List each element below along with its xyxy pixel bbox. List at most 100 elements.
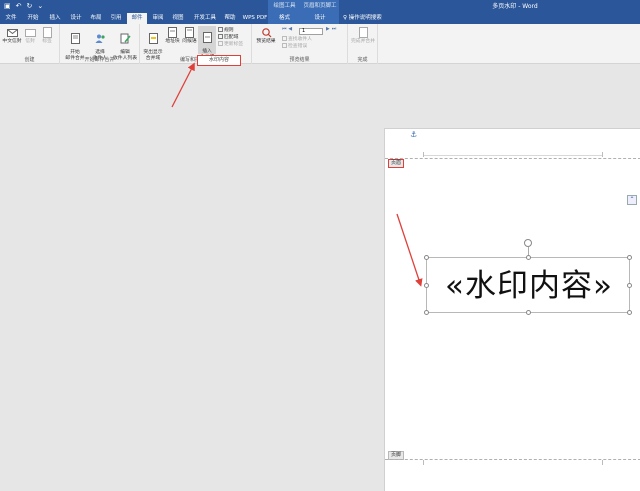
customize-icon[interactable]: ⌄ [37,2,43,11]
chinese-envelope-label: 中文信封 [2,39,22,44]
group-label-preview: 预览结果 [289,57,310,63]
tab-help[interactable]: 帮助 [221,13,239,24]
tab-references[interactable]: 引用 [107,13,125,24]
match-fields-button[interactable]: 匹配域 [218,34,238,41]
document-title: 多页水印 - Word [492,3,538,10]
tab-view[interactable]: 视图 [169,13,187,24]
ribbon-tabs: 文件 开始 插入 设计 布局 引用 邮件 审阅 视图 开发工具 帮助 WPS P… [0,13,640,24]
prev-record-icon[interactable]: ◀ [288,27,294,32]
insert-merge-field-button[interactable]: 插入 合并域 [198,26,216,60]
contextual-tab-group-drawing: 绘图工具 [268,0,301,13]
title-bar: ▣ ↶ ↻ ⌄ 绘图工具 页眉和页脚工具 多页水印 - Word [0,0,640,22]
resize-handle[interactable] [627,310,632,315]
redo-icon[interactable]: ↻ [27,2,33,11]
margin-marker [602,460,603,465]
check-errors-button[interactable]: 检查错误 [282,43,307,50]
record-nav-prev[interactable]: ⏮◀ [282,27,294,33]
group-create: 中文信封 信封 标签 创建 [0,24,60,64]
tab-developer[interactable]: 开发工具 [190,13,220,24]
tab-wps-pdf[interactable]: WPS PDF [242,13,268,24]
resize-handle[interactable] [526,255,531,260]
rotate-handle[interactable] [524,239,532,247]
labels-icon [42,27,52,38]
highlight-fields-label: 突出显示 合并域 [143,50,163,61]
resize-handle[interactable] [424,310,429,315]
margin-marker [423,152,424,157]
match-icon [218,34,223,39]
undo-icon[interactable]: ↶ [16,2,22,11]
tell-me-search[interactable]: ♀ 操作说明搜索 [343,13,395,24]
update-labels-label: 更新标签 [224,42,244,47]
resize-handle[interactable] [526,310,531,315]
address-icon [168,27,177,38]
anchor-icon: ⚓ [410,130,418,139]
tab-insert[interactable]: 插入 [45,13,65,24]
tab-home[interactable]: 开始 [23,13,43,24]
address-block-label: 地址块 [165,39,180,44]
margin-marker [423,460,424,465]
tab-format[interactable]: 格式 [268,13,301,24]
contextual-tab-group-header-footer: 页眉和页脚工具 [301,0,339,22]
lightbulb-icon: ♀ [343,15,348,21]
tab-header-footer-design[interactable]: 设计 [301,13,339,24]
find-recipient-label: 查找收件人 [288,37,312,42]
greeting-line-button[interactable]: 问候语 [181,27,198,45]
tab-layout[interactable]: 布局 [87,13,105,24]
ribbon: 中文信封 信封 标签 创建 开始 邮件合并 选择 收件人 编辑 收件人列表 开始… [0,24,640,64]
document-icon [70,32,80,44]
insert-field-icon [202,31,212,43]
tab-design[interactable]: 设计 [67,13,85,24]
rules-button[interactable]: 规则 [218,27,234,34]
last-record-icon[interactable]: ⏭ [332,27,338,32]
envelope-icon [6,29,18,37]
preview-results-label: 预览结果 [256,39,276,44]
group-label-create: 创建 [24,57,35,63]
finish-icon [358,27,368,38]
finish-merge-button[interactable]: 完成并合并 [350,27,376,45]
match-fields-label: 匹配域 [224,35,239,40]
preview-results-button[interactable]: 预览结果 [255,27,277,45]
margin-marker [602,152,603,157]
record-number-input[interactable]: 1 [299,28,323,35]
resize-handle[interactable] [627,283,632,288]
check-icon [282,43,287,48]
record-nav-next[interactable]: ▶⏭ [326,27,338,33]
save-icon[interactable]: ▣ [4,2,11,11]
resize-handle[interactable] [424,255,429,260]
watermark-merge-field[interactable]: «水印内容» [427,258,631,314]
update-labels-button[interactable]: 更新标签 [218,41,243,48]
greeting-icon [185,27,194,38]
labels-button[interactable]: 标签 [40,27,54,45]
rules-label: 规则 [224,28,234,33]
highlight-fields-button[interactable]: 突出显示 合并域 [142,27,164,61]
group-label-finish: 完成 [357,57,368,63]
merge-field-dropdown-item[interactable]: 水印内容 [197,55,241,66]
highlight-icon [148,32,158,44]
chinese-envelope-button[interactable]: 中文信封 [2,27,22,45]
update-icon [218,41,223,46]
header-tag: 页眉 [388,159,405,168]
address-block-button[interactable]: 地址块 [164,27,181,45]
find-icon [282,36,287,41]
layout-options-button[interactable]: ⌃ [627,195,637,205]
header-divider [385,158,640,159]
envelope-icon [24,29,36,37]
tab-mailings[interactable]: 邮件 [127,13,147,24]
edit-list-icon [120,33,131,43]
resize-handle[interactable] [424,283,429,288]
tab-file[interactable]: 文件 [2,13,20,24]
check-errors-label: 检查错误 [288,44,308,49]
labels-label: 标签 [42,39,52,44]
envelope-button[interactable]: 信封 [23,27,37,45]
resize-handle[interactable] [627,255,632,260]
envelope-label: 信封 [25,39,35,44]
tab-review[interactable]: 审阅 [149,13,167,24]
find-recipient-button[interactable]: 查找收件人 [282,36,312,43]
search-label: 操作说明搜索 [348,15,382,21]
group-label-start-merge: 开始邮件合并 [84,57,115,63]
watermark-textbox[interactable]: «水印内容» [424,255,632,315]
arrow-to-dropdown [171,62,195,108]
quick-access-toolbar: ▣ ↶ ↻ ⌄ [4,2,43,11]
header-margin-line [423,155,602,156]
magnifier-icon [261,28,271,38]
